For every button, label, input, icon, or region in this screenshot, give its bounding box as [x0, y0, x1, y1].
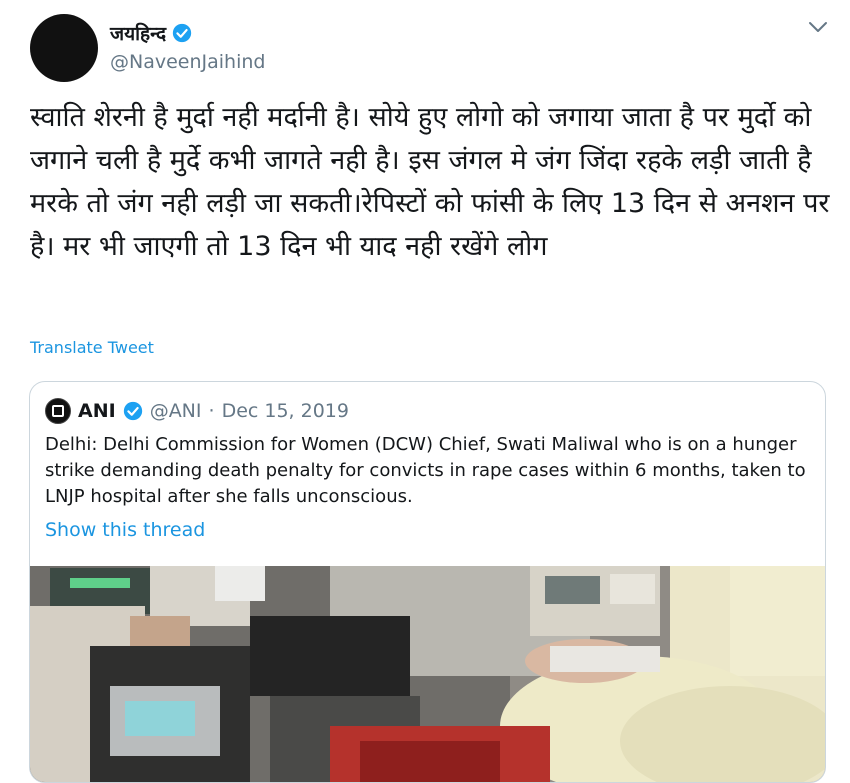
translate-tweet-link[interactable]: Translate Tweet: [30, 338, 154, 357]
meta-separator: ·: [208, 400, 215, 422]
author-handle[interactable]: @NaveenJaihind: [110, 51, 265, 73]
verified-badge-icon: [123, 401, 142, 421]
show-thread-link[interactable]: Show this thread: [45, 519, 205, 541]
quoted-tweet-date: Dec 15, 2019: [221, 400, 349, 422]
quoted-tweet-header: ANI @ANI · Dec 15, 2019: [45, 398, 349, 424]
quoted-author-handle: @ANI: [149, 400, 202, 422]
quoted-tweet-text: Delhi: Delhi Commission for Women (DCW) …: [45, 434, 806, 507]
author-display-name[interactable]: जयहिन्द: [110, 20, 166, 46]
tweet: जयहिन्द @NaveenJaihind स्वाति शेरनी है म…: [0, 0, 850, 783]
author-name-row: जयहिन्द: [110, 20, 265, 46]
author-avatar[interactable]: [30, 14, 98, 82]
verified-badge-icon: [172, 23, 192, 43]
quoted-tweet-photo[interactable]: [30, 566, 825, 782]
quoted-author-name: ANI: [78, 400, 116, 422]
author-info: जयहिन्द @NaveenJaihind: [110, 20, 265, 73]
tweet-text: स्वाति शेरनी है मुर्दा नही मर्दानी है। स…: [30, 102, 830, 262]
chevron-down-icon[interactable]: [808, 20, 828, 34]
quoted-tweet[interactable]: ANI @ANI · Dec 15, 2019 Delhi: Delhi Com…: [29, 381, 826, 783]
quoted-author-avatar: [45, 398, 71, 424]
